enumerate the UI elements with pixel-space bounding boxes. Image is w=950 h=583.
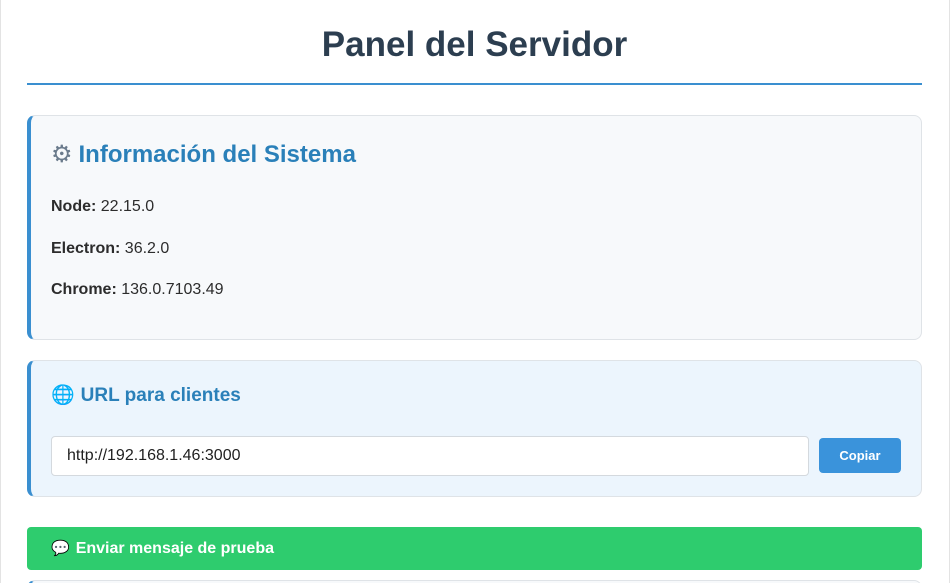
copy-button[interactable]: Copiar: [819, 438, 901, 473]
info-value-chrome: 136.0.7103.49: [121, 281, 224, 298]
info-value-node: 22.15.0: [100, 198, 155, 215]
server-panel-page: Panel del Servidor ⚙ Información del Sist…: [0, 0, 950, 583]
info-value-electron: 36.2.0: [124, 240, 170, 257]
send-test-message-label: Enviar mensaje de prueba: [75, 540, 274, 557]
page-header: Panel del Servidor: [27, 0, 922, 85]
speech-bubble-icon: 💬: [51, 540, 70, 557]
info-label-chrome: Chrome:: [51, 281, 117, 298]
system-info-title-text: Información del Sistema: [78, 141, 356, 168]
info-row-chrome: Chrome: 136.0.7103.49: [51, 280, 224, 300]
client-url-title-text: URL para clientes: [80, 385, 241, 406]
info-row-node: Node: 22.15.0: [51, 197, 154, 217]
send-test-message-button[interactable]: 💬 Enviar mensaje de prueba: [27, 527, 922, 570]
info-row-electron: Electron: 36.2.0: [51, 239, 169, 259]
client-url-card: 🌐URL para clientes Copiar: [27, 360, 922, 497]
client-url-input[interactable]: [51, 436, 809, 476]
globe-icon: 🌐: [51, 385, 75, 406]
gear-icon: ⚙: [51, 141, 73, 168]
info-label-node: Node:: [51, 198, 97, 215]
system-info-card: ⚙ Información del Sistema Node: 22.15.0 E…: [27, 115, 922, 340]
client-url-title: 🌐 URL para clientes: [51, 383, 241, 409]
system-info-title: ⚙ Información del Sistema: [51, 138, 356, 172]
page-title: Panel del Servidor: [321, 25, 628, 64]
info-label-electron: Electron:: [51, 240, 121, 257]
